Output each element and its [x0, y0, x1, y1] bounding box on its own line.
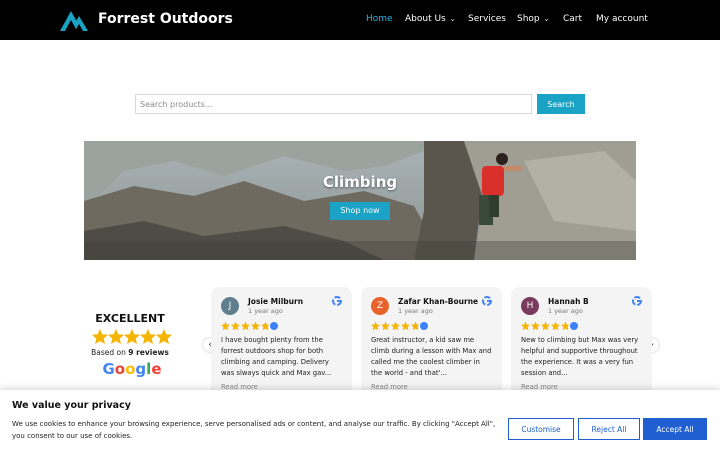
search-input[interactable]	[135, 94, 532, 114]
review-card: Z Zafar Khan-Bourne 1 year ago Great ins…	[361, 287, 502, 397]
verified-badge-icon	[570, 322, 578, 330]
reviewer-name: Josie Milburn	[248, 297, 304, 306]
nav-about-us[interactable]: About Us ⌄	[405, 13, 456, 26]
rating-word: EXCELLENT	[95, 312, 165, 325]
nav-shop[interactable]: Shop ⌄	[517, 13, 550, 26]
google-logo-letter: o	[125, 360, 136, 378]
google-logo-letter: G	[102, 360, 115, 378]
cookie-banner: We value your privacy We use cookies to …	[0, 390, 720, 450]
review-text: Great instructor, a kid saw me climb dur…	[371, 336, 492, 377]
based-on-text: Based on 9 reviews	[80, 348, 180, 357]
google-g-icon	[482, 296, 492, 306]
star-icon	[92, 329, 108, 344]
review-count: 9 reviews	[128, 348, 169, 357]
nav-shop-label: Shop	[517, 14, 540, 24]
site-header: Forrest Outdoors Home About Us ⌄ Services…	[0, 0, 720, 40]
chevron-down-icon: ⌄	[543, 15, 550, 23]
nav-services[interactable]: Services	[468, 13, 506, 26]
review-time: 1 year ago	[548, 307, 583, 315]
nav-about-us-label: About Us	[405, 14, 446, 24]
nav-cart-label: Cart	[563, 14, 583, 24]
google-logo-letter: g	[135, 360, 147, 378]
avatar: J	[221, 297, 239, 315]
verified-badge-icon	[270, 322, 278, 330]
review-card: H Hannah B 1 year ago New to climbing bu…	[511, 287, 652, 397]
accept-all-button[interactable]: Accept All	[643, 418, 707, 440]
google-logo[interactable]: Google	[80, 360, 184, 378]
nav-cart[interactable]: Cart	[563, 13, 582, 26]
google-g-icon	[632, 296, 642, 306]
review-text: I have bought plenty from the forrest ou…	[221, 336, 332, 377]
nav-home-label: Home	[366, 14, 393, 24]
reviewer-name: Hannah B	[548, 297, 589, 306]
star-icon	[140, 329, 156, 344]
review-card: J Josie Milburn 1 year ago I have bought…	[211, 287, 352, 397]
climbing-photo	[84, 141, 636, 260]
nav-my-account-label: My account	[596, 14, 648, 24]
review-time: 1 year ago	[398, 307, 433, 315]
star-icon	[108, 329, 124, 344]
nav-my-account[interactable]: My account	[596, 13, 648, 26]
google-logo-letter: o	[114, 360, 126, 378]
review-stars	[371, 321, 419, 331]
based-on-prefix: Based on	[91, 348, 126, 357]
customise-button[interactable]: Customise	[508, 418, 574, 440]
search-button[interactable]: Search	[537, 94, 585, 114]
avatar: Z	[371, 297, 389, 315]
nav-home[interactable]: Home	[366, 13, 393, 26]
review-time: 1 year ago	[248, 307, 283, 315]
reviewer-name: Zafar Khan-Bourne	[398, 297, 479, 306]
google-logo-text: Google	[102, 360, 161, 378]
nav-services-label: Services	[468, 14, 506, 24]
google-g-icon	[332, 296, 342, 306]
review-stars	[221, 321, 269, 331]
reject-all-button[interactable]: Reject All	[578, 418, 640, 440]
main-nav: Home About Us ⌄ Services Shop ⌄ Cart My ac…	[0, 13, 720, 27]
cookie-text: We use cookies to enhance your browsing …	[12, 420, 496, 440]
verified-badge-icon	[420, 322, 428, 330]
review-text: New to climbing but Max was very helpful…	[521, 336, 639, 377]
rating-stars	[92, 329, 172, 344]
review-stars	[521, 321, 569, 331]
hero-title: Climbing	[322, 173, 398, 191]
hero-banner: Climbing Shop now	[84, 141, 636, 260]
avatar: H	[521, 297, 539, 315]
chevron-down-icon: ⌄	[449, 15, 456, 23]
google-logo-letter: e	[151, 360, 162, 378]
shop-now-button[interactable]: Shop now	[330, 202, 390, 220]
star-icon	[156, 329, 172, 344]
cookie-title: We value your privacy	[12, 400, 131, 411]
star-icon	[124, 329, 140, 344]
